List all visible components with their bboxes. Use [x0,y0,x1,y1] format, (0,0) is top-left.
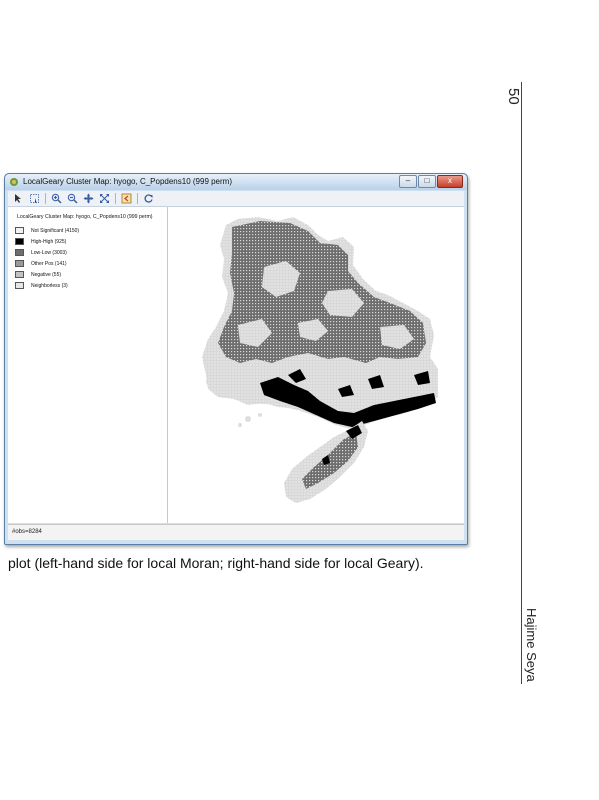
legend-item-neighborless[interactable]: Neighborless (3) [15,281,68,290]
obs-count: #obs=8284 [12,529,42,535]
zoom-in-icon[interactable] [51,193,62,204]
status-bar: #obs=8284 [8,524,464,540]
legend-label: Negative (55) [31,271,62,278]
window-title: LocalGeary Cluster Map: hyogo, C_Popdens… [23,177,232,186]
map-region-islet [245,416,251,422]
legend-label: Not Significant (4150) [31,227,80,234]
page-number: 50 [505,88,522,105]
legend-item-negative[interactable]: Negative (55) [15,270,61,279]
legend-label: Neighborless (3) [31,282,68,289]
app-icon [10,178,18,186]
legend-item-other-pos[interactable]: Other Pos (141) [15,259,67,268]
legend-swatch [15,227,24,234]
window-titlebar[interactable]: LocalGeary Cluster Map: hyogo, C_Popdens… [5,174,467,190]
legend-swatch [15,271,24,278]
select-arrow-icon[interactable] [13,193,24,204]
legend-item-high-high[interactable]: High-High (925) [15,237,66,246]
running-head-author: Hajime Seya [524,608,539,682]
zoom-out-icon[interactable] [67,193,78,204]
legend-label: Low-Low (3003) [31,249,67,256]
pan-icon[interactable] [83,193,94,204]
maximize-button[interactable]: □ [418,175,436,188]
toolbar-separator [45,193,46,204]
close-button[interactable]: x [437,175,463,188]
map-toolbar [8,191,464,207]
legend-item-not-significant[interactable]: Not Significant (4150) [15,226,79,235]
map-region-islet [238,423,242,427]
legend-swatch [15,249,24,256]
legend-swatch [15,282,24,289]
legend-title: LocalGeary Cluster Map: hyogo, C_Popdens… [17,214,153,220]
select-rect-icon[interactable] [29,193,40,204]
back-icon[interactable] [121,193,132,204]
toolbar-separator [137,193,138,204]
legend-label: High-High (925) [31,238,67,245]
figure-caption: plot (left-hand side for local Moran; ri… [8,555,424,571]
legend-label: Other Pos (141) [31,260,67,267]
legend-swatch [15,238,24,245]
legend-item-low-low[interactable]: Low-Low (3003) [15,248,67,257]
minimize-button[interactable]: – [399,175,417,188]
refresh-icon[interactable] [143,193,154,204]
page-margin-rule [521,82,522,684]
toolbar-separator [115,193,116,204]
map-region-islet [258,413,262,417]
legend-swatch [15,260,24,267]
map-canvas[interactable] [168,207,464,523]
legend-pane: LocalGeary Cluster Map: hyogo, C_Popdens… [8,207,168,523]
cluster-map [202,217,438,503]
geoda-window: LocalGeary Cluster Map: hyogo, C_Popdens… [4,173,468,545]
full-extent-icon[interactable] [99,193,110,204]
